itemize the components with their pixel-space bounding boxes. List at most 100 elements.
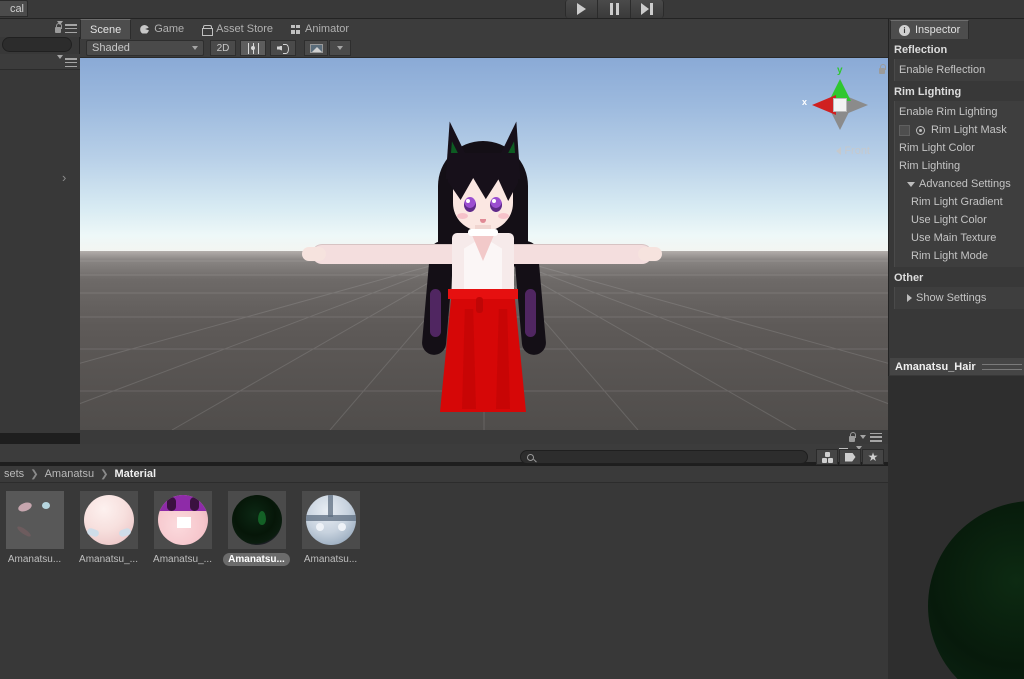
scene-orientation-gizmo[interactable]: y x	[800, 65, 878, 143]
toggle-lighting-button[interactable]	[240, 40, 266, 56]
asset-label[interactable]: Amanatsu...	[299, 553, 362, 566]
hierarchy-caret-icon[interactable]	[57, 21, 63, 37]
hierarchy-sub-menu-icon[interactable]	[65, 58, 77, 67]
rim-light-mask-checkbox[interactable]	[899, 124, 910, 136]
hierarchy-tree[interactable]: ›	[0, 70, 80, 433]
foldout-closed-icon[interactable]	[907, 294, 912, 302]
inspector-row-label: Enable Reflection	[899, 64, 986, 76]
tab-asset-store[interactable]: Asset Store	[193, 19, 282, 39]
project-filter-label-button[interactable]	[839, 449, 861, 465]
inspector-row-advanced-settings[interactable]: Advanced Settings	[895, 175, 1024, 193]
inspector-group-rim-lighting: Enable Rim Lighting Rim Light Mask Rim L…	[894, 101, 1024, 267]
material-preview-area[interactable]	[888, 376, 1024, 679]
asset-thumbnail-body[interactable]	[79, 491, 138, 549]
breadcrumb-item-amanatsu[interactable]: Amanatsu	[45, 468, 95, 480]
breadcrumb-item-assets[interactable]: sets	[4, 468, 24, 480]
asset-item[interactable]: Amanatsu...	[3, 491, 66, 679]
gizmo-center-cube[interactable]	[833, 98, 847, 112]
scene-footer-lock-icon[interactable]	[848, 432, 856, 442]
breadcrumb-item-material[interactable]: Material	[115, 468, 157, 480]
scene-viewport[interactable]: y x Front	[80, 58, 888, 430]
toggle-2d-button[interactable]: 2D	[210, 40, 236, 56]
project-filter-favorites-button[interactable]: ★	[862, 449, 884, 465]
gizmo-x-axis[interactable]: x	[802, 95, 836, 115]
tab-inspector[interactable]: i Inspector	[890, 20, 970, 39]
asset-label[interactable]: Amanatsu...	[3, 553, 66, 566]
avatar-skirt-knot	[476, 297, 483, 313]
asset-label[interactable]: Amanatsu_...	[74, 553, 143, 566]
info-icon: i	[899, 24, 910, 36]
play-icon	[577, 3, 586, 15]
asset-thumbnail-hair[interactable]	[227, 491, 286, 549]
asset-item[interactable]: Amanatsu...	[299, 491, 362, 679]
scene-footer-caret-icon[interactable]	[860, 435, 866, 439]
material-preview-header[interactable]: Amanatsu_Hair	[890, 358, 1024, 375]
tab-animator[interactable]: Animator	[282, 19, 358, 39]
inspector-row-enable-rim-lighting[interactable]: Enable Rim Lighting	[895, 103, 1024, 121]
preview-resize-handle[interactable]	[981, 363, 1022, 370]
inspector-row-rim-light-gradient[interactable]: Rim Light Gradient	[895, 193, 1024, 211]
asset-item[interactable]: Amanatsu_...	[77, 491, 140, 679]
step-button[interactable]	[631, 0, 664, 18]
asset-thumbnail-dark[interactable]	[5, 491, 64, 549]
cube-icon	[821, 451, 833, 463]
inspector-row-rim-light-color[interactable]: Rim Light Color	[895, 139, 1024, 157]
scene-view-orientation-label[interactable]: Front	[836, 145, 870, 157]
inspector-row-use-main-texture[interactable]: Use Main Texture	[895, 229, 1024, 247]
asset-thumbnail-metal[interactable]	[301, 491, 360, 549]
foldout-open-icon[interactable]	[907, 181, 915, 187]
avatar-model[interactable]	[302, 113, 662, 430]
inspector-section-header-rim-lighting: Rim Lighting	[894, 86, 962, 98]
pause-button[interactable]	[598, 0, 631, 18]
scene-footer-menu-icon[interactable]	[870, 432, 882, 442]
inspector-section-header-reflection: Reflection	[894, 44, 948, 56]
asset-label-selected[interactable]: Amanatsu...	[223, 553, 290, 566]
inspector-row-rim-light-mode[interactable]: Rim Light Mode	[895, 247, 1024, 265]
asset-thumbnail-face[interactable]	[153, 491, 212, 549]
inspector-row-label: Rim Light Mode	[911, 250, 989, 262]
avatar-eye-highlight-right	[492, 199, 496, 203]
project-filter-object-button[interactable]	[816, 449, 838, 465]
play-controls	[565, 0, 664, 18]
scene-tabbar: Scene Game Asset Store Animator	[80, 19, 954, 49]
sun-icon	[248, 43, 259, 54]
hierarchy-menu-icon[interactable]	[65, 24, 77, 33]
inspector-row-label: Use Main Texture	[911, 232, 997, 244]
avatar-collar	[468, 229, 498, 236]
toolbar-left-tab-label: cal	[9, 2, 24, 15]
asset-store-icon	[202, 24, 214, 36]
inspector-row-label: Rim Light Gradient	[911, 196, 1003, 208]
toolbar-left-tab-fragment[interactable]: cal	[0, 0, 28, 17]
inspector-row-rim-light-mask[interactable]: Rim Light Mask	[895, 121, 1024, 139]
asset-label[interactable]: Amanatsu_...	[148, 553, 217, 566]
inspector-row-rim-lighting[interactable]: Rim Lighting	[895, 157, 1024, 175]
inspector-row-show-settings[interactable]: Show Settings	[895, 289, 1024, 307]
tab-game-label: Game	[154, 23, 185, 35]
front-label-text: Front	[844, 145, 870, 157]
inspector-row-use-light-color[interactable]: Use Light Color	[895, 211, 1024, 229]
draw-mode-dropdown[interactable]: Shaded	[86, 40, 204, 56]
material-preview-sphere	[928, 501, 1024, 679]
chevron-down-icon	[192, 46, 198, 50]
play-button[interactable]	[565, 0, 598, 18]
project-search-input[interactable]	[520, 450, 808, 464]
hierarchy-expand-chevron-icon[interactable]: ›	[62, 170, 76, 185]
main-toolbar: cal	[0, 0, 1024, 19]
effects-dropdown-button[interactable]	[329, 40, 351, 56]
tab-scene[interactable]: Scene	[80, 19, 132, 39]
hierarchy-search-input[interactable]	[2, 37, 72, 52]
asset-item[interactable]: Amanatsu...	[223, 491, 290, 679]
toggle-2d-label: 2D	[216, 42, 230, 54]
asset-item[interactable]: Amanatsu_...	[151, 491, 214, 679]
inspector-section-header-other: Other	[894, 272, 924, 284]
toggle-audio-button[interactable]	[270, 40, 296, 56]
rim-light-mask-radio-icon[interactable]	[916, 125, 925, 135]
toggle-effects-button[interactable]	[304, 40, 328, 56]
gizmo-x-label: x	[802, 97, 808, 107]
chevron-left-icon	[836, 147, 842, 155]
scene-view-footer	[80, 430, 888, 444]
inspector-row-enable-reflection[interactable]: Enable Reflection	[895, 61, 1024, 79]
tab-game[interactable]: Game	[131, 19, 193, 39]
avatar-hakama-skirt	[440, 289, 526, 412]
step-icon	[641, 3, 653, 15]
